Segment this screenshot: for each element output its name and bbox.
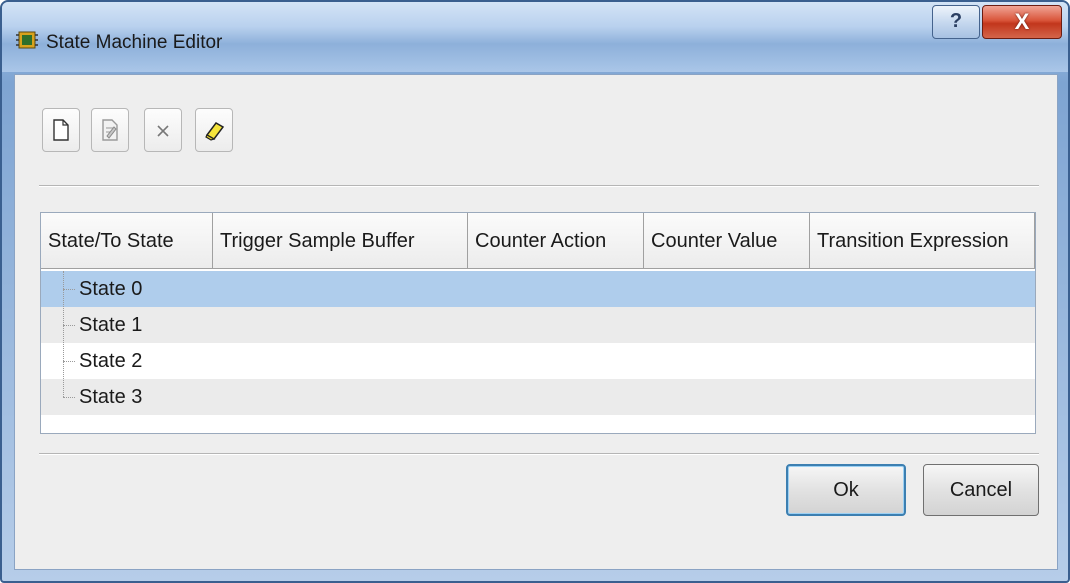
eraser-icon [205, 122, 225, 141]
footer-divider [39, 453, 1039, 455]
edit-state-button[interactable] [91, 108, 129, 152]
tree-connector [63, 325, 75, 326]
state-label: State 2 [79, 350, 143, 372]
column-header-state[interactable]: State/To State [41, 213, 213, 269]
state-table[interactable]: State/To State Trigger Sample Buffer Cou… [40, 212, 1036, 434]
help-button[interactable]: ? [932, 5, 980, 39]
delete-icon [157, 125, 169, 137]
close-icon: X [1014, 9, 1030, 34]
table-row-state-3[interactable]: State 3 [41, 379, 1035, 415]
tree-connector [63, 289, 75, 290]
chip-icon [16, 31, 38, 49]
state-machine-editor-window: State Machine Editor ? X State/To State … [0, 0, 1070, 583]
delete-state-button[interactable] [144, 108, 182, 152]
title-bar[interactable]: State Machine Editor ? X [2, 2, 1068, 72]
column-header-counter-value[interactable]: Counter Value [644, 213, 810, 269]
cancel-button[interactable]: Cancel [923, 464, 1039, 516]
edit-document-icon [102, 119, 118, 141]
ok-button[interactable]: Ok [786, 464, 906, 516]
column-header-trigger-sample-buffer[interactable]: Trigger Sample Buffer [213, 213, 468, 269]
dialog-client-area: State/To State Trigger Sample Buffer Cou… [14, 74, 1058, 570]
table-row-state-0[interactable]: State 0 [41, 271, 1035, 307]
window-title: State Machine Editor [46, 32, 223, 53]
new-document-icon [53, 119, 69, 141]
state-label: State 1 [79, 314, 143, 336]
state-label: State 3 [79, 386, 143, 408]
close-button[interactable]: X [982, 5, 1062, 39]
state-label: State 0 [79, 278, 143, 300]
table-row-state-1[interactable]: State 1 [41, 307, 1035, 343]
column-header-counter-action[interactable]: Counter Action [468, 213, 644, 269]
new-state-button[interactable] [42, 108, 80, 152]
clear-button[interactable] [195, 108, 233, 152]
tree-connector [63, 397, 75, 398]
column-header-transition-expression[interactable]: Transition Expression [810, 213, 1035, 269]
help-icon: ? [949, 10, 963, 32]
toolbar-divider [39, 185, 1039, 187]
tree-connector [63, 361, 75, 362]
table-row-state-2[interactable]: State 2 [41, 343, 1035, 379]
